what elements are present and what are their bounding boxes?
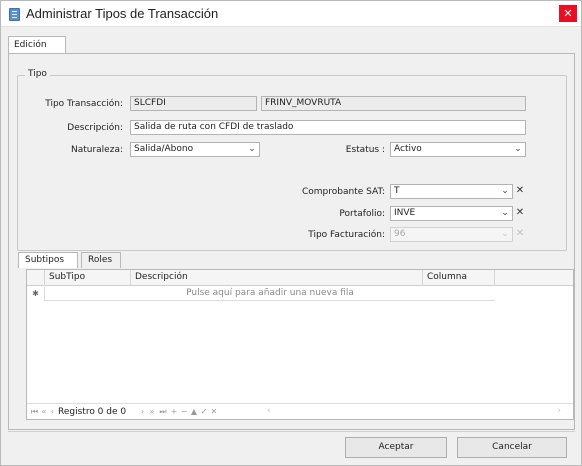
first-record-icon[interactable]: ⏮ [30, 405, 39, 419]
estatus-select[interactable]: Activo ⌄ [390, 142, 526, 157]
confirm-record-icon[interactable]: ✓ [200, 405, 208, 419]
naturaleza-select[interactable]: Salida/Abono ⌄ [130, 142, 260, 157]
last-record-icon[interactable]: ⏭ [158, 405, 168, 419]
dialog-footer: Aceptar Cancelar [8, 431, 575, 461]
grid-header-indicator [27, 270, 45, 286]
horizontal-scrollbar[interactable]: ‹ › [267, 406, 561, 417]
tipo-group-legend: Tipo [25, 69, 50, 79]
scroll-right-icon[interactable]: › [557, 406, 561, 417]
tipo-facturacion-label: Tipo Facturación: [308, 230, 385, 240]
new-row-prompt[interactable]: Pulse aquí para añadir una nueva fila [45, 287, 495, 301]
subtipos-grid: SubTipo Descripción Columna ✱ Pulse aquí… [26, 269, 574, 420]
portafolio-value: INVE [394, 208, 416, 218]
grid-navigator: ⏮ « ‹ Registro 0 de 0 › » ⏭ + − ▲ ✓ ✕ ‹ … [27, 403, 573, 419]
clear-comprobante-icon[interactable]: ✕ [513, 184, 527, 199]
new-row-indicator-icon: ✱ [27, 287, 45, 301]
prev-page-icon[interactable]: « [40, 405, 48, 419]
column-header-descripcion[interactable]: Descripción [131, 270, 423, 286]
tipo-transaccion-code-field[interactable]: SLCFDI [130, 96, 257, 111]
descripcion-input[interactable]: Salida de ruta con CFDI de traslado [130, 120, 526, 135]
estatus-value: Activo [394, 144, 422, 154]
tipo-facturacion-value: 96 [394, 229, 406, 239]
column-header-columna[interactable]: Columna [423, 270, 495, 286]
chevron-down-icon: ⌄ [501, 229, 509, 239]
chevron-down-icon[interactable]: ⌄ [498, 185, 512, 198]
edit-record-icon[interactable]: ▲ [190, 405, 198, 419]
descripcion-label: Descripción: [67, 123, 123, 133]
next-page-icon[interactable]: » [148, 405, 156, 419]
next-record-icon[interactable]: › [139, 405, 146, 419]
estatus-label: Estatus : [345, 145, 385, 155]
naturaleza-value: Salida/Abono [134, 144, 194, 154]
tipo-transaccion-name-field[interactable]: FRINV_MOVRUTA [261, 96, 526, 111]
window-title: Administrar Tipos de Transacción [26, 6, 219, 21]
delete-record-icon[interactable]: − [180, 405, 188, 419]
tab-subtipos[interactable]: Subtipos [18, 252, 78, 268]
dialog-window: Administrar Tipos de Transacción ✕ Edici… [0, 0, 582, 466]
cancel-button[interactable]: Cancelar [457, 437, 567, 458]
add-record-icon[interactable]: + [170, 405, 178, 419]
grid-header: SubTipo Descripción Columna [27, 270, 573, 286]
clear-portafolio-icon[interactable]: ✕ [513, 206, 527, 221]
portafolio-select[interactable]: INVE ⌄ [390, 206, 513, 221]
chevron-down-icon[interactable]: ⌄ [245, 143, 259, 156]
title-bar: Administrar Tipos de Transacción ✕ [1, 1, 581, 27]
tab-edicion[interactable]: Edición [8, 36, 66, 54]
comprobante-sat-value: T [394, 186, 400, 196]
scroll-left-icon[interactable]: ‹ [267, 406, 271, 417]
column-header-subtipo[interactable]: SubTipo [45, 270, 131, 286]
portafolio-label: Portafolio: [339, 209, 385, 219]
clear-tipo-facturacion-icon: ✕ [515, 228, 525, 239]
tipo-transaccion-label: Tipo Transacción: [45, 99, 123, 109]
chevron-down-icon[interactable]: ⌄ [498, 207, 512, 220]
new-row[interactable]: ✱ Pulse aquí para añadir una nueva fila [27, 287, 573, 301]
prev-record-icon[interactable]: ‹ [49, 405, 56, 419]
close-button[interactable]: ✕ [559, 5, 577, 22]
tab-roles[interactable]: Roles [81, 252, 121, 268]
naturaleza-label: Naturaleza: [70, 145, 123, 155]
comprobante-sat-select[interactable]: T ⌄ [390, 184, 513, 199]
document-icon [9, 8, 20, 21]
chevron-down-icon[interactable]: ⌄ [511, 143, 525, 156]
accept-button[interactable]: Aceptar [345, 437, 447, 458]
comprobante-sat-label: Comprobante SAT: [301, 187, 385, 197]
tipo-facturacion-select: 96 ⌄ [390, 227, 513, 242]
record-counter: Registro 0 de 0 [58, 407, 127, 417]
cancel-record-icon[interactable]: ✕ [210, 405, 218, 419]
